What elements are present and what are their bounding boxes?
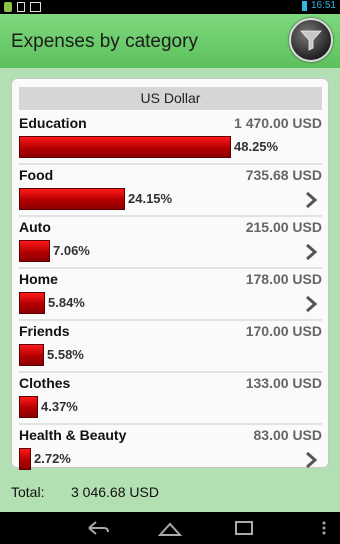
category-name: Education (19, 115, 87, 131)
category-name: Health & Beauty (19, 427, 127, 443)
category-amount: 215.00 USD (245, 219, 322, 235)
category-name: Friends (19, 323, 70, 339)
category-row[interactable]: Clothes 133.00 USD 4.37% (19, 373, 322, 425)
navigation-bar (0, 512, 340, 544)
category-amount: 83.00 USD (253, 427, 322, 443)
category-name: Auto (19, 219, 51, 235)
overflow-menu-icon[interactable] (320, 518, 328, 538)
app-header: Expenses by category (0, 14, 340, 68)
category-share-bar (19, 396, 38, 418)
phone-icon (17, 2, 25, 12)
category-row[interactable]: Home 178.00 USD 5.84% (19, 269, 322, 321)
category-row[interactable]: Friends 170.00 USD 5.58% (19, 321, 322, 373)
category-share-bar (19, 448, 31, 470)
battery-icon (301, 0, 307, 11)
category-percent: 5.58% (47, 347, 84, 362)
category-percent: 48.25% (234, 139, 279, 154)
category-row[interactable]: Health & Beauty 83.00 USD 2.72% (19, 425, 322, 477)
page-title: Expenses by category (11, 31, 198, 52)
android-icon (4, 2, 12, 12)
category-share-bar (19, 344, 44, 366)
category-percent: 4.37% (41, 399, 78, 414)
filter-icon (300, 30, 322, 51)
chevron-right-icon[interactable] (304, 243, 318, 261)
category-row[interactable]: Auto 215.00 USD 7.06% (19, 217, 322, 269)
category-name: Food (19, 167, 54, 183)
category-name: Home (19, 271, 58, 287)
total-value: 3 046.68 USD (71, 484, 159, 500)
status-bar: 16:51 (0, 0, 340, 14)
category-row[interactable]: Food 735.68 USD 24.15% (19, 165, 322, 217)
category-percent: 2.72% (34, 451, 71, 466)
category-amount: 735.68 USD (245, 167, 322, 183)
category-amount: 133.00 USD (245, 375, 322, 391)
chevron-right-icon[interactable] (304, 191, 318, 209)
expenses-card: US Dollar Education 1 470.00 USD 48.25% Foo… (11, 78, 329, 470)
category-share-bar (19, 292, 45, 314)
clock: 16:51 (310, 0, 336, 11)
category-name: Clothes (19, 375, 71, 391)
filter-button[interactable] (289, 18, 333, 62)
category-row[interactable]: Education 1 470.00 USD 48.25% (19, 113, 322, 165)
category-percent: 5.84% (48, 295, 85, 310)
system-icons: 16:51 (301, 0, 336, 11)
back-icon[interactable] (86, 518, 110, 538)
category-amount: 178.00 USD (245, 271, 322, 287)
recents-icon[interactable] (232, 518, 256, 538)
category-percent: 7.06% (53, 243, 90, 258)
total-bar: Total: 3 046.68 USD (0, 472, 340, 512)
category-amount: 170.00 USD (245, 323, 322, 339)
currency-header: US Dollar (19, 87, 322, 110)
category-share-bar (19, 188, 125, 210)
home-icon[interactable] (158, 518, 182, 538)
category-share-bar (19, 136, 231, 158)
total-label: Total: (11, 484, 45, 500)
category-amount: 1 470.00 USD (234, 115, 322, 131)
category-share-bar (19, 240, 50, 262)
chevron-right-icon[interactable] (304, 451, 318, 469)
mail-icon (30, 2, 41, 12)
chevron-right-icon[interactable] (304, 295, 318, 313)
category-percent: 24.15% (128, 191, 173, 206)
notification-icons (4, 2, 41, 12)
